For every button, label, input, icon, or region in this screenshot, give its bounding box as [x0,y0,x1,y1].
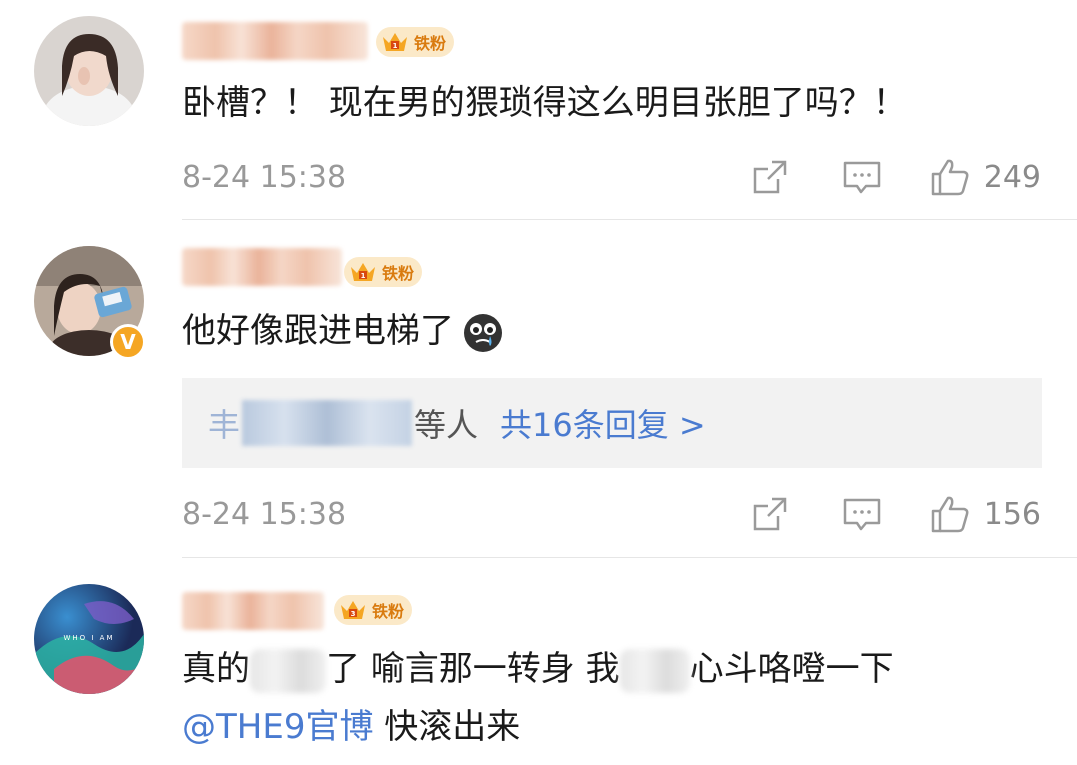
comment-meta: 8-24 15:38 [182,157,1041,197]
reply-button[interactable] [842,494,882,534]
like-button[interactable]: 249 [930,157,1041,197]
badge-label: 铁粉 [372,602,405,621]
comment-text: 卧槽？！ 现在男的猥琐得这么明目张胆了吗？！ [182,83,907,123]
share-button[interactable] [750,157,790,197]
share-icon [753,160,786,194]
comment-text-line2: @THE9官博 快滚出来 [182,704,520,750]
like-button[interactable]: 156 [930,494,1041,534]
comment-icon [843,161,880,194]
view-replies-link[interactable]: 共16条回复 > [500,400,706,446]
crown-icon: 1 [348,258,378,286]
avatar[interactable]: WHO I AM [34,584,144,694]
comment-text-part2: 了 喻言那一转身 我 [326,649,620,689]
share-button[interactable] [750,494,790,534]
comment-time: 8-24 15:38 [182,159,347,195]
username-blurred[interactable] [182,592,324,630]
svg-text:WHO I AM: WHO I AM [63,634,114,642]
badge-label: 铁粉 [382,264,415,283]
crown-icon: 3 [338,596,368,624]
verified-icon: V [110,324,146,360]
reply-summary[interactable]: 丰 等人 共16条回复 > [182,378,1042,468]
comment-text-part1: 真的 [182,649,250,689]
username-blurred[interactable] [182,248,342,286]
comment-time: 8-24 15:38 [182,496,347,532]
comment-actions: 156 [750,494,1041,534]
comment-icon [843,498,880,531]
username-blurred[interactable] [182,22,368,60]
badge-label: 铁粉 [414,34,447,53]
avatar[interactable] [34,16,144,126]
comment-text: 他好像跟进电梯了 [182,308,504,354]
comment-text-part3: 心斗咯噔一下 [689,649,894,689]
divider [182,557,1077,558]
comment-feed: 1 铁粉 卧槽？！ 现在男的猥琐得这么明目张胆了吗？！ 8-24 15:38 2… [0,0,1077,765]
comment-text-body: 他好像跟进电梯了 [182,311,454,351]
comment-text-line2-body: 快滚出来 [373,707,521,747]
reply-names-blurred [242,400,413,446]
svg-text:3: 3 [351,610,356,618]
reply-prefix: 丰 [208,406,241,444]
reply-button[interactable] [842,157,882,197]
censored-text [619,648,690,693]
svg-text:1: 1 [393,42,398,50]
comment-text: 真的 了 喻言那一转身 我 心斗咯噔一下 [182,646,894,693]
censored-text [250,648,326,693]
reply-others: 等人 [414,406,479,444]
fan-badge[interactable]: 1 铁粉 [344,257,423,287]
share-icon [753,497,786,531]
divider [182,219,1077,220]
comment-meta: 8-24 15:38 [182,494,1041,534]
thumbs-up-icon [931,159,969,196]
fan-badge[interactable]: 1 铁粉 [376,27,455,57]
thumbs-up-icon [931,496,969,533]
crying-face-icon [464,313,502,352]
fan-badge[interactable]: 3 铁粉 [334,595,413,625]
crown-icon: 1 [380,28,410,56]
svg-text:1: 1 [361,272,366,280]
mention-link[interactable]: @THE9官博 [182,707,373,747]
comment-actions: 249 [750,157,1041,197]
like-count: 249 [983,159,1041,195]
like-count: 156 [983,496,1041,532]
